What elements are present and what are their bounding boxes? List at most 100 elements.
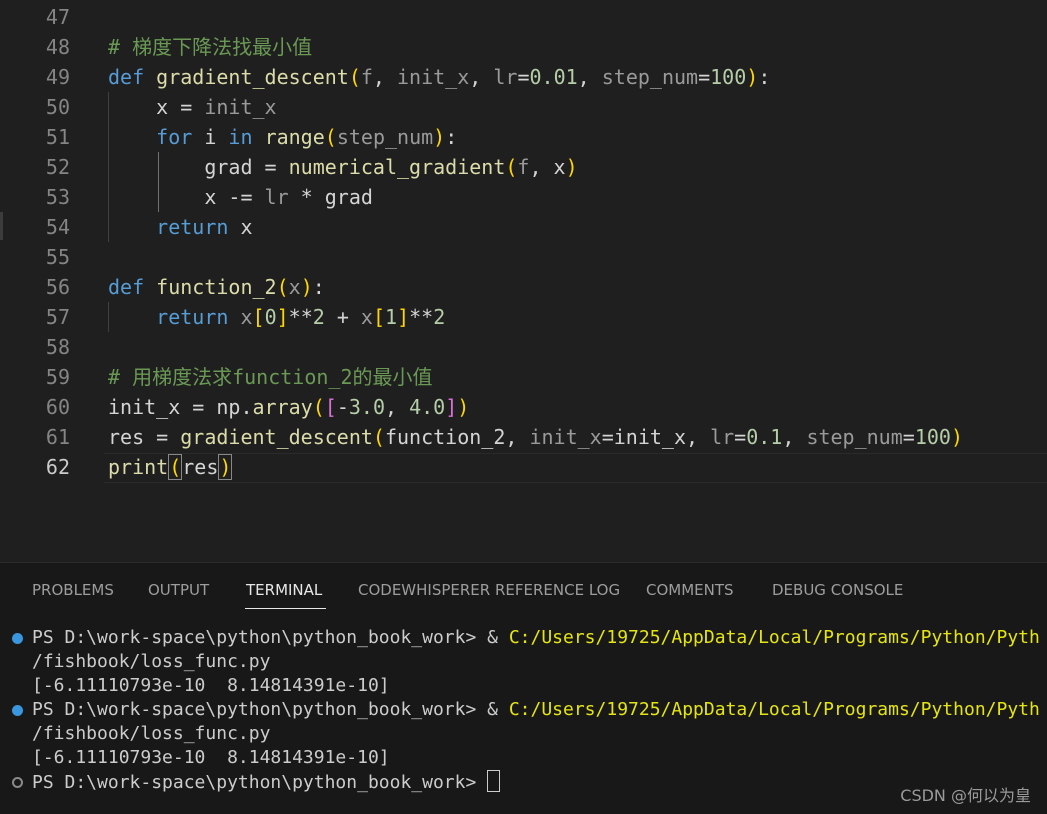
- code-token: # 用梯度法求function_2的最小值: [108, 365, 433, 389]
- terminal-text: /fishbook/loss_func.py: [32, 722, 270, 746]
- code-token: 4.0: [409, 395, 446, 419]
- code-text: x -= lr * grad: [108, 182, 373, 212]
- code-text: print(res): [108, 452, 233, 482]
- code-token: return: [156, 305, 229, 329]
- terminal-line: /fishbook/loss_func.py: [0, 722, 1047, 746]
- code-line[interactable]: 47: [0, 2, 1047, 32]
- code-token: numerical_gradient: [288, 155, 506, 179]
- code-text: # 用梯度法求function_2的最小值: [108, 362, 433, 392]
- tab-codewhisperer-reference-log[interactable]: CODEWHISPERER REFERENCE LOG: [358, 581, 620, 599]
- tab-comments[interactable]: COMMENTS: [646, 581, 734, 599]
- code-token: x: [228, 215, 253, 239]
- command-status-dot-icon[interactable]: [12, 633, 23, 644]
- code-line[interactable]: 54 return x: [0, 212, 1047, 242]
- code-token: ,: [782, 425, 807, 449]
- terminal-cursor: [487, 770, 501, 792]
- code-token: 100: [914, 425, 951, 449]
- code-token: :: [445, 125, 458, 149]
- code-editor[interactable]: 47 48 # 梯度下降法找最小值 49 def gradient_descent(f,…: [0, 0, 1047, 562]
- code-token: ): [300, 275, 313, 299]
- panel-tabs: PROBLEMS OUTPUT TERMINAL CODEWHISPERER R…: [0, 563, 1047, 611]
- code-token: ]: [276, 305, 289, 329]
- code-token: 3.0: [348, 395, 385, 419]
- code-token: ,: [372, 65, 398, 89]
- code-line[interactable]: 57 return x[0]**2 + x[1]**2: [0, 302, 1047, 332]
- code-line[interactable]: 60 init_x = np.array([-3.0, 4.0]): [0, 392, 1047, 422]
- command-status-dot-icon[interactable]: [12, 777, 23, 788]
- code-token: ,: [469, 65, 494, 89]
- terminal-prompt: PS D:\work-space\python\python_book_work…: [32, 772, 488, 793]
- code-line[interactable]: 56 def function_2(x):: [0, 272, 1047, 302]
- code-token: [: [324, 395, 337, 419]
- code-token: lr: [264, 185, 289, 209]
- code-token: f: [517, 155, 530, 179]
- code-token: step_num: [601, 65, 699, 89]
- line-number: 59: [45, 365, 70, 389]
- code-line[interactable]: 51 for i in range(step_num):: [0, 122, 1047, 152]
- code-token: lr: [710, 425, 735, 449]
- terminal-text: PS D:\work-space\python\python_book_work…: [32, 770, 501, 794]
- command-status-dot-icon[interactable]: [12, 705, 23, 716]
- code-token: ): [565, 155, 578, 179]
- line-number: 51: [45, 125, 70, 149]
- line-number: 54: [45, 215, 70, 239]
- code-line[interactable]: 55: [0, 242, 1047, 272]
- code-token: res: [182, 455, 219, 479]
- line-number: 62: [45, 455, 70, 479]
- code-token: ]: [397, 305, 410, 329]
- code-line[interactable]: 61 res = gradient_descent(function_2, ini…: [0, 422, 1047, 452]
- code-token: 0: [264, 305, 277, 329]
- code-line[interactable]: 48 # 梯度下降法找最小值: [0, 32, 1047, 62]
- terminal-prompt: /fishbook/loss_func.py: [32, 723, 271, 744]
- terminal-prompt: [-6.11110793e-10 8.14814391e-10]: [32, 675, 390, 696]
- code-line[interactable]: 59 # 用梯度法求function_2的最小值: [0, 362, 1047, 392]
- code-token: res =: [108, 425, 181, 449]
- code-token: =: [902, 425, 915, 449]
- code-line[interactable]: 62 print(res): [0, 452, 1047, 482]
- code-text: for i in range(step_num):: [108, 122, 457, 152]
- code-line[interactable]: 53 x -= lr * grad: [0, 182, 1047, 212]
- code-token: (: [276, 275, 289, 299]
- tab-problems[interactable]: PROBLEMS: [32, 581, 114, 599]
- code-token: :: [758, 65, 771, 89]
- code-text: return x: [108, 212, 253, 242]
- code-token: function_2,: [384, 425, 530, 449]
- code-token: init_x: [204, 95, 277, 119]
- terminal-line: /fishbook/loss_func.py: [0, 650, 1047, 674]
- code-line[interactable]: 52 grad = numerical_gradient(f, x): [0, 152, 1047, 182]
- code-text: init_x = np.array([-3.0, 4.0]): [108, 392, 469, 422]
- tab-output[interactable]: OUTPUT: [148, 581, 209, 599]
- line-number: 58: [45, 335, 70, 359]
- code-token: (: [168, 454, 183, 480]
- line-number: 55: [45, 245, 70, 269]
- code-token: x: [360, 305, 373, 329]
- code-line[interactable]: 49 def gradient_descent(f, init_x, lr=0.0…: [0, 62, 1047, 92]
- tab-terminal[interactable]: TERMINAL: [246, 581, 322, 599]
- code-token: init_x = np.: [108, 395, 253, 419]
- code-token: , x: [529, 155, 566, 179]
- code-token: x -=: [108, 185, 265, 209]
- code-token: range: [264, 125, 325, 149]
- code-line[interactable]: 58: [0, 332, 1047, 362]
- code-token: (: [372, 425, 385, 449]
- code-line[interactable]: 50 x = init_x: [0, 92, 1047, 122]
- terminal-line: PS D:\work-space\python\python_book_work…: [0, 698, 1047, 722]
- code-token: i: [192, 125, 229, 149]
- terminal-prompt: /fishbook/loss_func.py: [32, 651, 271, 672]
- code-token: ): [746, 65, 759, 89]
- code-token: 2: [433, 305, 446, 329]
- active-tab-indicator: [245, 608, 326, 609]
- code-token: =: [517, 65, 530, 89]
- code-token: ): [433, 125, 446, 149]
- code-token: [: [372, 305, 386, 329]
- tab-debug-console[interactable]: DEBUG CONSOLE: [772, 581, 903, 599]
- code-token: (: [505, 155, 518, 179]
- code-token: 0.1: [746, 425, 783, 449]
- terminal-prompt: PS D:\work-space\python\python_book_work…: [32, 699, 509, 720]
- code-token: 2: [312, 305, 325, 329]
- terminal-text: [-6.11110793e-10 8.14814391e-10]: [32, 674, 390, 698]
- code-token: gradient_descent: [180, 425, 373, 449]
